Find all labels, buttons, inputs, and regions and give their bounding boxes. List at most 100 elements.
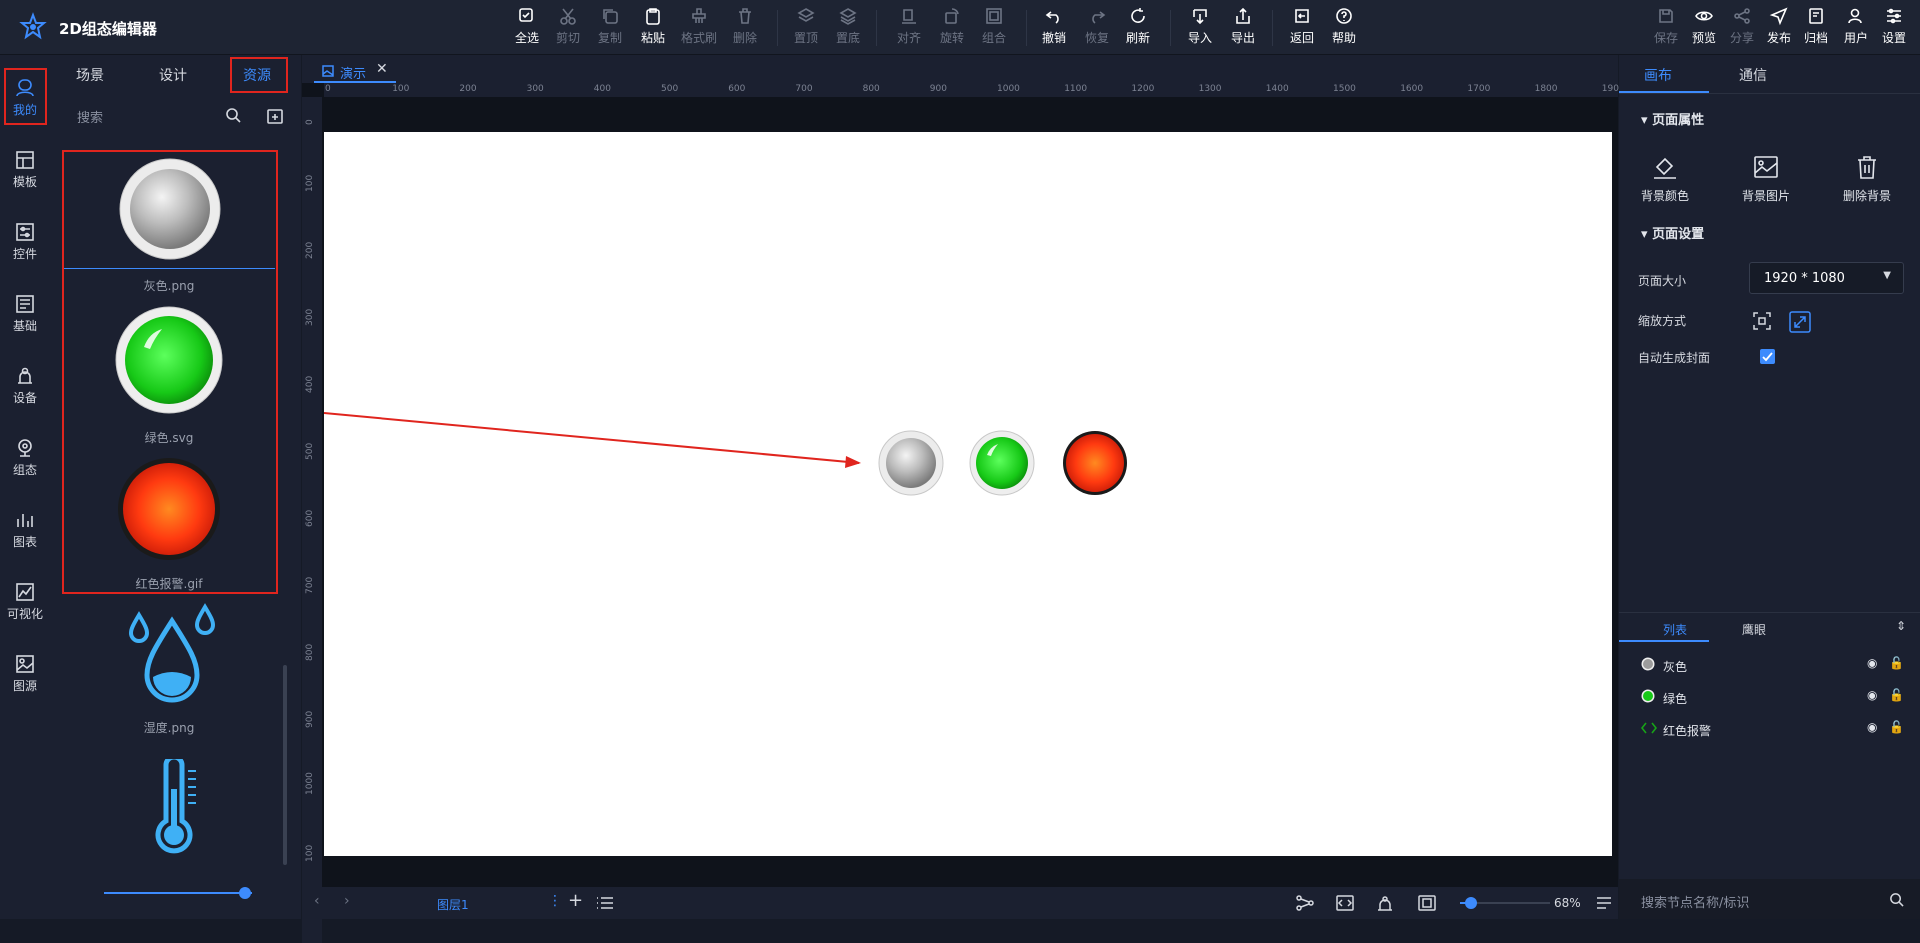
gray-lamp-icon xyxy=(1641,657,1655,671)
align-button[interactable]: 对齐 xyxy=(887,6,931,52)
page-size-label: 页面大小 xyxy=(1638,274,1687,288)
lock-icon[interactable]: 🔓 xyxy=(1889,656,1904,670)
archive-button[interactable]: 归档 xyxy=(1794,6,1838,52)
document-tabbar xyxy=(302,55,1618,83)
eye-icon[interactable]: ◉ xyxy=(1867,688,1877,702)
help-icon xyxy=(1336,8,1352,24)
nav-controls[interactable]: 控件 xyxy=(3,213,47,267)
tab-eagle-eye[interactable]: 鹰眼 xyxy=(1742,621,1766,638)
stretch-scale-icon[interactable] xyxy=(1789,311,1811,333)
divider xyxy=(1619,612,1920,613)
nav-scada[interactable]: 组态 xyxy=(3,429,47,483)
back-icon xyxy=(1295,9,1309,23)
nav-basic[interactable]: 基础 xyxy=(3,285,47,339)
lock-icon[interactable]: 🔓 xyxy=(1889,720,1904,734)
device-icon[interactable] xyxy=(1376,895,1394,911)
group-icon xyxy=(986,8,1002,24)
cut-button[interactable]: 剪切 xyxy=(546,6,590,52)
refresh-button[interactable]: 刷新 xyxy=(1116,6,1160,52)
node-search-bar: 搜索节点名称/标识 xyxy=(1619,879,1920,919)
list-icon[interactable] xyxy=(596,896,614,910)
redo-button[interactable]: 恢复 xyxy=(1075,6,1119,52)
page-canvas[interactable] xyxy=(324,132,1612,856)
rotate-icon xyxy=(945,8,959,24)
chevron-left-icon[interactable]: ‹ xyxy=(314,893,320,909)
help-button[interactable]: 帮助 xyxy=(1322,6,1366,52)
layer-tab[interactable]: 图层1 xyxy=(437,896,469,913)
menu-icon[interactable] xyxy=(1596,896,1612,910)
delete-background-button[interactable]: 删除背景 xyxy=(1827,153,1907,204)
document-tab[interactable]: 演示 ✕ xyxy=(314,59,396,83)
add-layer-icon[interactable]: + xyxy=(568,890,583,911)
background-image-button[interactable]: 背景图片 xyxy=(1726,153,1806,204)
search-icon[interactable] xyxy=(225,107,241,123)
close-icon[interactable]: ✕ xyxy=(376,61,388,77)
eye-icon[interactable]: ◉ xyxy=(1867,720,1877,734)
connection-icon[interactable] xyxy=(1296,895,1314,911)
nav-devices[interactable]: 设备 xyxy=(3,357,47,411)
copy-button[interactable]: 复制 xyxy=(588,6,632,52)
zoom-slider-knob[interactable] xyxy=(1464,897,1477,909)
tab-communication[interactable]: 通信 xyxy=(1739,65,1767,85)
expand-icon[interactable]: ⇕ xyxy=(1896,619,1906,633)
page-settings-title[interactable]: ▾ 页面设置 xyxy=(1641,223,1704,242)
page-properties-title[interactable]: ▾ 页面属性 xyxy=(1641,109,1704,128)
chevron-right-icon[interactable]: › xyxy=(344,893,350,909)
export-button[interactable]: 导出 xyxy=(1221,6,1265,52)
trash-icon xyxy=(739,8,751,24)
nav-templates[interactable]: 模板 xyxy=(3,141,47,195)
page-size-select[interactable]: 1920 * 1080 ▼ xyxy=(1749,262,1904,294)
bring-to-top-button[interactable]: 置顶 xyxy=(784,6,828,52)
send-to-bottom-button[interactable]: 置底 xyxy=(826,6,870,52)
settings-button[interactable]: 设置 xyxy=(1872,6,1916,52)
format-brush-button[interactable]: 格式刷 xyxy=(677,6,721,52)
paste-button[interactable]: 粘贴 xyxy=(631,6,675,52)
nav-charts[interactable]: 图表 xyxy=(3,501,47,555)
search-icon[interactable] xyxy=(1889,892,1904,907)
lock-icon[interactable]: 🔓 xyxy=(1889,688,1904,702)
tab-design[interactable]: 设计 xyxy=(159,65,187,85)
ruler-tick-label: 1600 xyxy=(1400,84,1424,94)
layer-item-green[interactable]: 绿色 ◉ 🔓 xyxy=(1641,684,1911,710)
layer-item-red-alarm[interactable]: 红色报警 ◉ 🔓 xyxy=(1641,716,1911,742)
fit-scale-icon[interactable] xyxy=(1752,311,1772,331)
ruler-tick-label: 1700 xyxy=(1467,84,1491,94)
add-folder-icon[interactable] xyxy=(266,107,284,125)
resource-search-input[interactable]: 搜索 xyxy=(77,107,103,126)
resource-scrollbar[interactable] xyxy=(283,665,287,865)
eye-icon[interactable]: ◉ xyxy=(1867,656,1877,670)
nav-image-source[interactable]: 图源 xyxy=(3,645,47,699)
background-color-button[interactable]: 背景颜色 xyxy=(1625,153,1705,204)
nav-visualization[interactable]: 可视化 xyxy=(3,573,47,627)
resource-item[interactable]: 湿度.png xyxy=(63,601,275,741)
code-icon[interactable] xyxy=(1336,895,1354,911)
undo-button[interactable]: 撤销 xyxy=(1032,6,1076,52)
highlight-box-nav xyxy=(4,68,47,125)
auto-cover-checkbox[interactable] xyxy=(1760,349,1775,364)
ruler-tick-label: 600 xyxy=(728,84,746,94)
scada-icon xyxy=(18,439,32,457)
gray-lamp-element[interactable] xyxy=(878,430,944,496)
zoom-slider[interactable] xyxy=(1460,897,1550,909)
ruler-tick-label: 800 xyxy=(862,84,880,94)
red-alarm-lamp-element[interactable] xyxy=(1062,430,1128,496)
more-vertical-icon[interactable]: ⋮ xyxy=(548,893,562,909)
fit-screen-icon[interactable] xyxy=(1418,895,1436,911)
select-all-button[interactable]: 全选 xyxy=(505,6,549,52)
tab-scene[interactable]: 场景 xyxy=(76,65,104,85)
user-icon xyxy=(1848,8,1862,24)
green-lamp-icon xyxy=(1641,689,1655,703)
tab-layer-list[interactable]: 列表 xyxy=(1663,621,1687,638)
rotate-button[interactable]: 旋转 xyxy=(930,6,974,52)
import-button[interactable]: 导入 xyxy=(1178,6,1222,52)
layers-down-icon xyxy=(839,8,857,25)
group-button[interactable]: 组合 xyxy=(972,6,1016,52)
back-button[interactable]: 返回 xyxy=(1280,6,1324,52)
node-search-input[interactable]: 搜索节点名称/标识 xyxy=(1641,892,1749,911)
horizontal-ruler: 0 100 200 300 400 500 600 700 800 900 1000 1100 1200… xyxy=(324,83,1625,97)
layer-item-gray[interactable]: 灰色 ◉ 🔓 xyxy=(1641,652,1911,678)
tab-canvas[interactable]: 画布 xyxy=(1644,65,1672,85)
image-icon xyxy=(322,65,334,77)
delete-button[interactable]: 删除 xyxy=(723,6,767,52)
green-lamp-element[interactable] xyxy=(969,430,1035,496)
